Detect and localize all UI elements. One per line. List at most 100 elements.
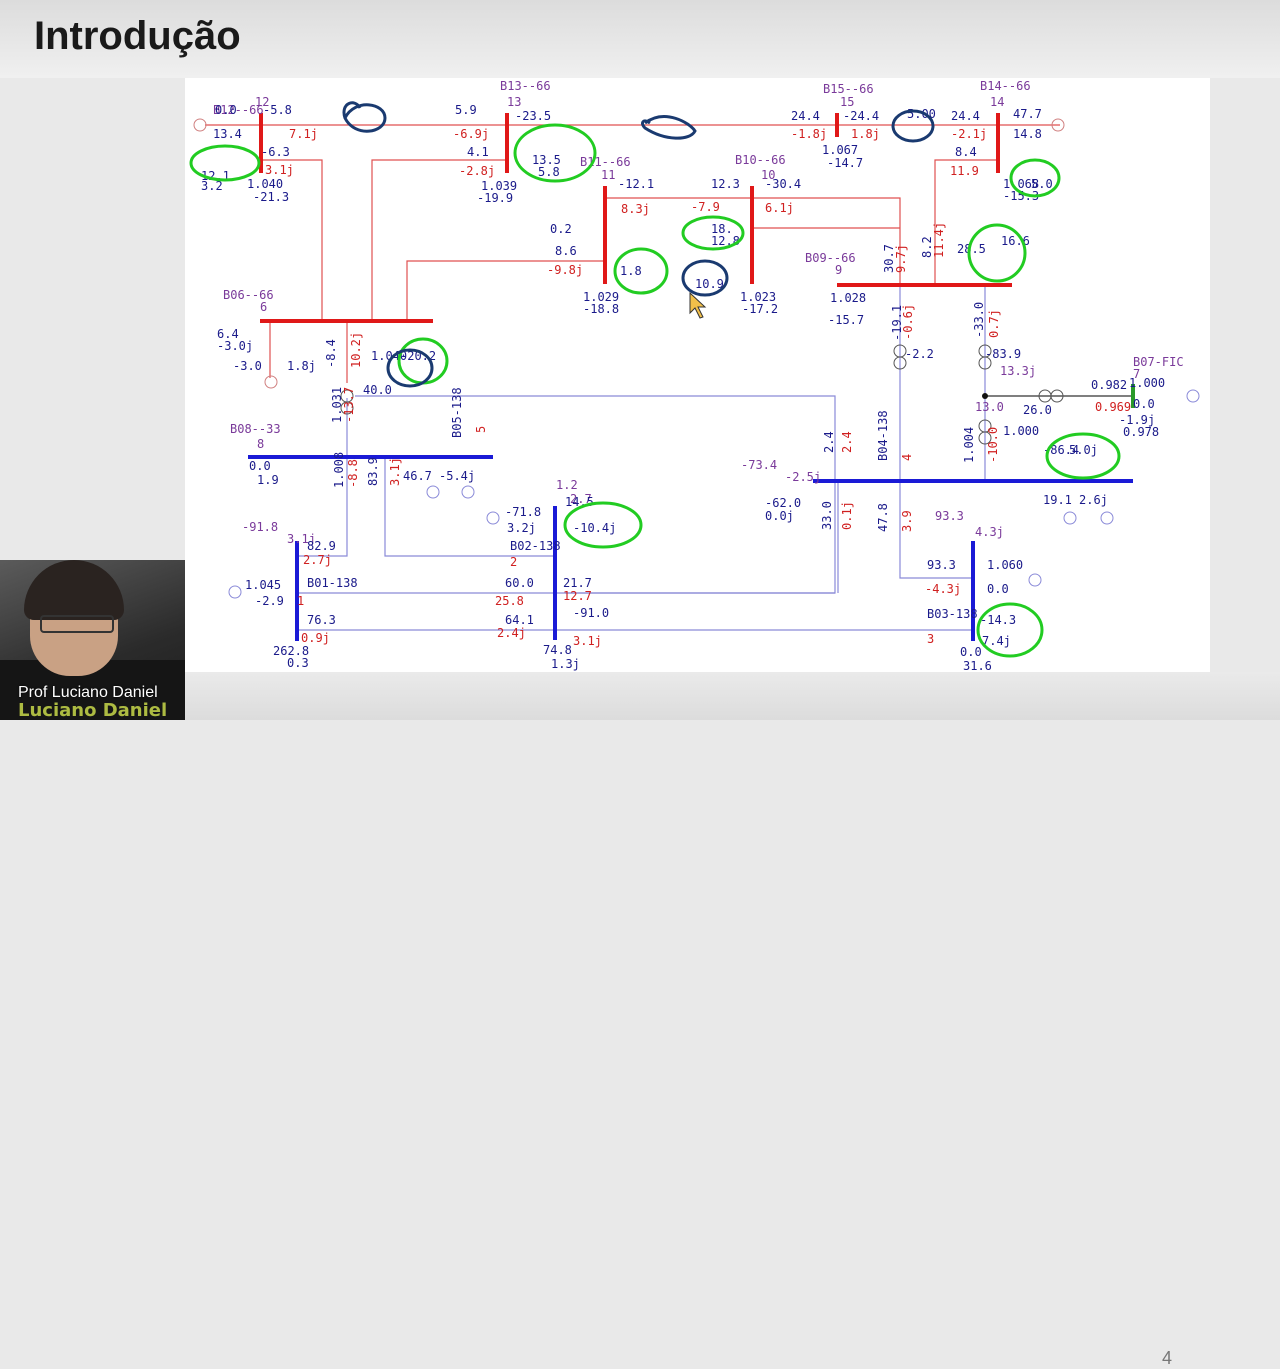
diagram-label: -12.1 [618,177,654,191]
diagram-label: 11 [601,168,615,182]
diagram-label: 14.8 [1013,127,1042,141]
diagram-label: 93.3 [927,558,956,572]
diagram-label: 3.1j [265,163,294,177]
diagram-label: 2.7j [303,553,332,567]
diagram-label: 5.0j [1069,443,1098,457]
diagram-label: 1.060 [987,558,1023,572]
infinity-mark [342,101,387,133]
diagram-label: -3.0 [233,359,262,373]
presenter-watermark: Luciano Daniel [18,700,168,720]
diagram-label: 9.7j [894,244,908,273]
diagram-label: -3.0j [217,339,253,353]
diagram-label: 3.2j [507,521,536,535]
diagram-label: 1.008 [332,452,346,488]
slide-header: Introdução [0,0,1280,78]
diagram-label: 10.2j [349,332,363,368]
diagram-label: 3.1j [573,634,602,648]
diagram-label: 12.8 [711,234,740,248]
diagram-label: B08--33 [230,422,281,436]
diagram-label: B05-138 [450,387,464,438]
diagram-label: 0.0 [249,459,271,473]
diagram-label: -2.2 [905,347,934,361]
diagram-label: B15--66 [823,82,874,96]
diagram-label: 1.8j [851,127,880,141]
diagram-label: B09--66 [805,251,856,265]
diagram-label: 0.0 [987,582,1009,596]
generator-icon [1186,389,1200,403]
bus-9 [837,283,1012,287]
diagram-label: 13.3j [1000,364,1036,378]
diagram-label: -2.5j [785,470,821,484]
diagram-label: 26.0 [1023,403,1052,417]
diagram-label: 25.8 [495,594,524,608]
diagram-label: 1.028 [830,291,866,305]
diagram-label: 74.8 [543,643,572,657]
diagram-label: -10.4j [573,521,616,535]
diagram-label: -23.5 [515,109,551,123]
diagram-label: 1.8 [620,264,642,278]
diagram-label: 8.6 [555,244,577,258]
diagram-label: 0.9j [301,631,330,645]
diagram-label: 3.1j [388,457,402,486]
diagram-label: 15 [840,95,854,109]
ink-circle [976,602,1044,658]
diagram-label: 19.1 [1043,493,1072,507]
diagram-label: 0.0 [1133,397,1155,411]
diagram-label: 46.7 [403,469,432,483]
diagram-label: -5.8 [263,103,292,117]
diagram-label: -8.8 [346,459,360,488]
diagram-label: 6 [260,300,267,314]
diagram-label: B11--66 [580,155,631,169]
diagram-label: B14--66 [980,79,1031,93]
diagram-label: 83.9 [366,457,380,486]
slide-footer: 4 [0,672,1280,1368]
load-icon [461,485,475,499]
power-flow-diagram: B12--66120.013.4-5.87.1j-6.33.1j12.13.2 1… [189,79,1200,672]
diagram-label: -2.1j [951,127,987,141]
load-icon [1100,511,1114,525]
load-icon [426,485,440,499]
diagram-label: -4.3j [925,582,961,596]
diagram-label: -2.9 [255,594,284,608]
generator-icon [1028,573,1042,587]
diagram-label: -2.8j [459,164,495,178]
diagram-label: 24.4 [951,109,980,123]
diagram-label: -18.8 [583,302,619,316]
diagram-label: 64.1 [505,613,534,627]
diagram-label: 1 [297,594,304,608]
diagram-label: -7.9 [691,200,720,214]
diagram-label: B07-FIC [1133,355,1184,369]
diagram-label: -83.9 [985,347,1021,361]
generator-icon [486,511,500,525]
diagram-label: 2.6j [1079,493,1108,507]
generator-icon [193,118,207,132]
presenter-webcam: Prof Luciano Daniel Luciano Daniel [0,560,185,720]
diagram-label: 8.3j [621,202,650,216]
network-lines [205,124,1133,631]
diagram-label: -1.8j [791,127,827,141]
diagram-label: -8.4 [324,339,338,368]
diagram-label: -13.7 [342,387,356,423]
diagram-label: B03-138 [927,607,978,621]
diagram-label: 82.9 [307,539,336,553]
diagram-label: 13 [507,95,521,109]
diagram-label: 2.4j [497,626,526,640]
diagram-label: 1.000 [1129,376,1165,390]
infinity-mark [641,115,697,140]
diagram-label: 5.8 [538,165,560,179]
diagram-labels: B12--66120.013.4-5.87.1j-6.33.1j12.13.2 1… [201,79,1184,672]
diagram-label: -14.7 [827,156,863,170]
diagram-label: 1.9 [257,473,279,487]
diagram-label: B13--66 [500,79,551,93]
diagram-label: -62.0 [765,496,801,510]
diagram-label: -73.4 [741,458,777,472]
diagram-label: 12.3 [711,177,740,191]
diagram-label: 5 [474,426,488,433]
diagram-label: 3.9 [900,510,914,532]
diagram-label: 76.3 [307,613,336,627]
bus-11 [603,186,607,284]
diagram-label: 7.1j [289,127,318,141]
diagram-label: 33.0 [820,501,834,530]
diagram-label: B10--66 [735,153,786,167]
diagram-label: -24.4 [843,109,879,123]
